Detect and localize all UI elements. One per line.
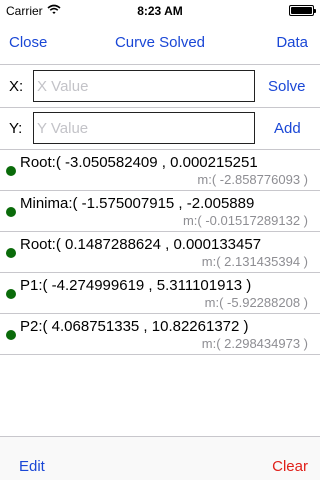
status-bar: Carrier 8:23 AM — [0, 0, 320, 20]
list-item[interactable]: Root:( -3.050582409 , 0.000215251 m:( -2… — [0, 150, 320, 191]
green-dot-icon — [6, 166, 16, 176]
x-value-input[interactable] — [33, 70, 255, 102]
result-slope: m:( -0.01517289132 ) — [182, 213, 308, 228]
battery-fill — [291, 7, 312, 14]
result-text: Minima:( -1.575007915 , -2.005889 — [20, 195, 255, 212]
results-list: Root:( -3.050582409 , 0.000215251 m:( -2… — [0, 150, 320, 355]
result-slope: m:( -2.858776093 ) — [197, 172, 308, 187]
list-item[interactable]: Minima:( -1.575007915 , -2.005889 m:( -0… — [0, 191, 320, 232]
result-text: Root:( 0.1487288624 , 0.000133457 — [20, 236, 262, 253]
result-text: P2:( 4.068751335 , 10.82261372 ) — [20, 318, 249, 335]
clear-button[interactable]: Clear — [272, 458, 308, 475]
green-dot-icon — [6, 289, 16, 299]
green-dot-icon — [6, 248, 16, 258]
result-text: Root:( -3.050582409 , 0.000215251 — [20, 154, 258, 171]
solve-button[interactable]: Solve — [268, 78, 306, 95]
result-slope: m:( 2.131435394 ) — [201, 254, 308, 269]
list-item[interactable]: P1:( -4.274999619 , 5.311101913 ) m:( -5… — [0, 273, 320, 314]
status-time: 8:23 AM — [137, 4, 183, 18]
green-dot-icon — [6, 330, 16, 340]
bottom-toolbar: Edit Clear — [0, 436, 320, 480]
result-slope: m:( -5.92288208 ) — [204, 295, 308, 310]
y-value-input[interactable] — [33, 112, 255, 144]
edit-button[interactable]: Edit — [19, 458, 45, 475]
navigation-bar: Close Curve Solved Data — [0, 20, 320, 65]
green-dot-icon — [6, 207, 16, 217]
add-button[interactable]: Add — [274, 120, 301, 137]
x-label: X: — [9, 78, 24, 95]
y-label: Y: — [9, 120, 23, 137]
y-input-row: Y: Add — [0, 108, 320, 150]
x-input-row: X: Solve — [0, 66, 320, 108]
result-slope: m:( 2.298434973 ) — [201, 336, 308, 351]
list-item[interactable]: P2:( 4.068751335 , 10.82261372 ) m:( 2.2… — [0, 314, 320, 355]
page-title: Curve Solved — [114, 34, 206, 51]
battery-icon — [289, 5, 316, 16]
data-button[interactable]: Data — [276, 34, 308, 51]
result-text: P1:( -4.274999619 , 5.311101913 ) — [20, 277, 252, 294]
list-item[interactable]: Root:( 0.1487288624 , 0.000133457 m:( 2.… — [0, 232, 320, 273]
